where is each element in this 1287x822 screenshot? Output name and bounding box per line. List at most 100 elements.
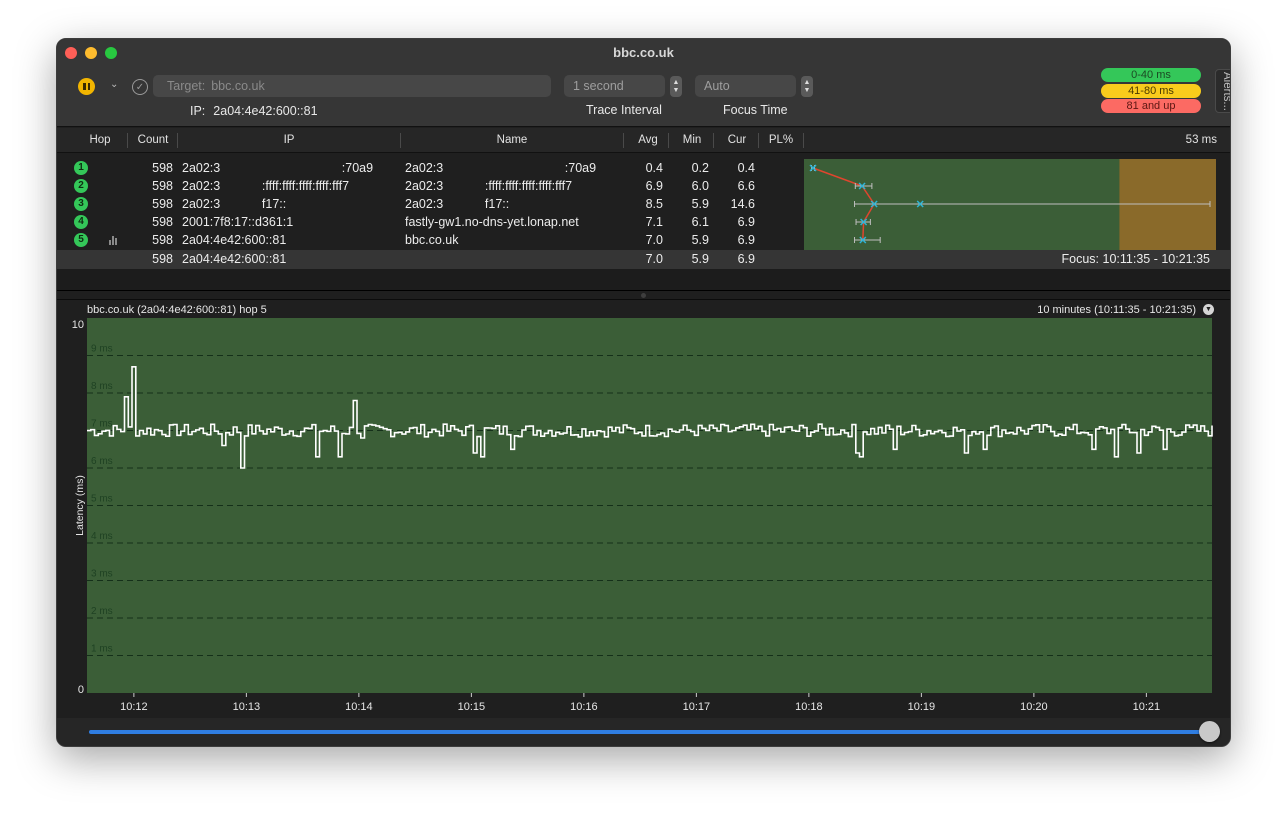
column-max-ms: 53 ms	[1185, 134, 1217, 146]
chevron-down-icon[interactable]: ▼	[1203, 304, 1214, 315]
focus-range-text: Focus: 10:11:35 - 10:21:35	[1061, 252, 1210, 266]
column-name[interactable]: Name	[487, 134, 537, 146]
pause-button[interactable]	[78, 78, 95, 95]
column-avg[interactable]: Avg	[635, 134, 661, 146]
legend-high-latency: 81 and up	[1101, 99, 1201, 113]
column-count[interactable]: Count	[135, 134, 171, 146]
hop-name: 2a02:3 :ffff:ffff:ffff:ffff:fff7	[405, 179, 573, 193]
x-tick-label: 10:18	[795, 701, 823, 713]
hop-avg: 0.4	[645, 161, 663, 175]
hop-ip: 2a02:3 :ffff:ffff:ffff:ffff:fff7	[182, 179, 350, 193]
column-divider	[623, 133, 624, 148]
hop-cur: 6.9	[737, 233, 755, 247]
hop-count: 598	[152, 179, 173, 193]
focus-time-select[interactable]: Auto	[695, 75, 796, 97]
y-grid-label: 7 ms	[91, 419, 113, 430]
hop-cur: 14.6	[730, 197, 755, 211]
scrubber-knob[interactable]	[1199, 721, 1220, 742]
hop-ip: 2a02:3 f17::	[182, 197, 287, 211]
hop-count: 598	[152, 215, 173, 229]
target-input[interactable]: Target: bbc.co.uk	[153, 75, 551, 97]
split-handle[interactable]	[641, 293, 646, 298]
table-row[interactable]: 1 598 2a02:3 :70a9 2a02:3 :70a9 0.4 0.2 …	[57, 159, 802, 177]
hop-name: bbc.co.uk	[405, 233, 459, 247]
table-row[interactable]: 4 598 2001:7f8:17::d361:1 fastly-gw1.no-…	[57, 213, 802, 231]
app-window: bbc.co.uk ⌄ ✓ Target: bbc.co.uk IP: 2a04:4…	[56, 38, 1231, 747]
hop-count: 598	[152, 161, 173, 175]
trace-interval-stepper[interactable]: ▲ ▼	[670, 76, 682, 97]
y-grid-label: 2 ms	[91, 606, 113, 617]
column-cur[interactable]: Cur	[725, 134, 749, 146]
x-tick-label: 10:20	[1020, 701, 1048, 713]
hop-count: 598	[152, 233, 173, 247]
hop-number-badge: 1	[74, 161, 88, 175]
split-divider[interactable]	[57, 299, 1230, 300]
hop-cur: 6.9	[737, 215, 755, 229]
table-row[interactable]: 3 598 2a02:3 f17:: 2a02:3 f17:: 8.5 5.9 …	[57, 195, 802, 213]
hop-name: fastly-gw1.no-dns-yet.lonap.net	[405, 215, 579, 229]
summary-row: 598 2a04:4e42:600::81 7.0 5.9 6.9 Focus:…	[57, 250, 1230, 269]
hop-cur: 0.4	[737, 161, 755, 175]
target-value: bbc.co.uk	[211, 79, 265, 93]
column-hop[interactable]: Hop	[87, 134, 113, 146]
column-divider	[127, 133, 128, 148]
x-tick-label: 10:13	[233, 701, 261, 713]
summary-avg: 7.0	[645, 252, 663, 266]
scrubber-track[interactable]	[89, 730, 1211, 734]
hop-number-badge: 5	[74, 233, 88, 247]
y-grid-label: 8 ms	[91, 381, 113, 392]
ip-value: 2a04:4e42:600::81	[213, 104, 318, 118]
graph-range[interactable]: 10 minutes (10:11:35 - 10:21:35)	[1037, 304, 1196, 316]
column-ip[interactable]: IP	[267, 134, 311, 146]
ip-label: IP:	[190, 104, 206, 118]
target-label: Target:	[167, 79, 206, 93]
hop-min: 0.2	[691, 161, 709, 175]
focus-time-stepper[interactable]: ▲ ▼	[801, 76, 813, 97]
y-grid-label: 4 ms	[91, 531, 113, 542]
hop-min: 6.1	[691, 215, 709, 229]
legend-mid-latency: 41-80 ms	[1101, 84, 1201, 98]
hop-min: 5.9	[691, 233, 709, 247]
ip-display: IP: 2a04:4e42:600::81	[190, 104, 318, 118]
y-grid-label: 6 ms	[91, 456, 113, 467]
time-scrubber	[57, 718, 1230, 746]
x-tick-label: 10:14	[345, 701, 373, 713]
table-row[interactable]: 2 598 2a02:3 :ffff:ffff:ffff:ffff:fff7 2…	[57, 177, 802, 195]
column-divider	[758, 133, 759, 148]
bar-chart-icon	[109, 236, 119, 245]
hop-latency-plot	[804, 159, 1216, 250]
latency-chart: 9 ms 8 ms 7 ms 6 ms 5 ms 4 ms 3 ms 2 ms 1 ms 10 0 L…	[72, 318, 1213, 718]
hop-min: 6.0	[691, 179, 709, 193]
y-grid-label: 1 ms	[91, 644, 113, 655]
column-divider	[400, 133, 401, 148]
column-divider	[803, 133, 804, 148]
window-title: bbc.co.uk	[613, 45, 674, 60]
trace-interval-select[interactable]: 1 second	[564, 75, 665, 97]
checkmark-icon[interactable]: ✓	[132, 79, 148, 95]
column-pl[interactable]: PL%	[767, 134, 795, 146]
y-axis-max-label: 10	[72, 319, 84, 331]
column-divider	[668, 133, 669, 148]
y-grid-label: 9 ms	[91, 344, 113, 355]
hop-name: 2a02:3 f17::	[405, 197, 510, 211]
x-tick-label: 10:15	[458, 701, 486, 713]
hop-avg: 6.9	[645, 179, 663, 193]
y-grid-label: 3 ms	[91, 569, 113, 580]
hop-ip: 2001:7f8:17::d361:1	[182, 215, 294, 229]
column-min[interactable]: Min	[680, 134, 704, 146]
hop-count: 598	[152, 197, 173, 211]
alerts-button[interactable]: Alerts...	[1215, 69, 1231, 113]
hop-number-badge: 4	[74, 215, 88, 229]
hop-ip: 2a04:4e42:600::81	[182, 233, 287, 247]
hop-number-badge: 2	[74, 179, 88, 193]
chevron-down-icon[interactable]: ⌄	[110, 79, 118, 90]
y-grid-label: 5 ms	[91, 494, 113, 505]
alerts-label: Alerts...	[1221, 72, 1231, 111]
column-divider	[713, 133, 714, 148]
toolbar: bbc.co.uk ⌄ ✓ Target: bbc.co.uk IP: 2a04:4…	[57, 39, 1230, 127]
hop-ip: 2a02:3 :70a9	[182, 161, 374, 175]
hop-avg: 8.5	[645, 197, 663, 211]
focus-time-label: Focus Time	[723, 103, 788, 117]
table-row[interactable]: 5 598 2a04:4e42:600::81 bbc.co.uk 7.0 5.…	[57, 231, 802, 249]
x-tick-label: 10:16	[570, 701, 598, 713]
